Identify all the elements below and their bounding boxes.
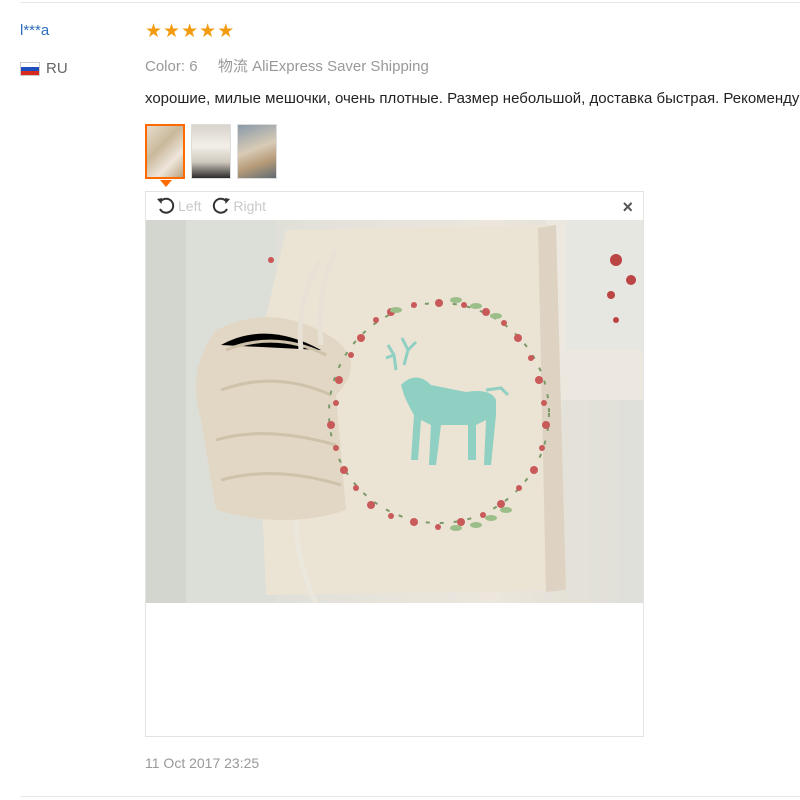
star-icon: ★ — [217, 21, 235, 42]
top-divider — [20, 2, 800, 3]
rotate-left-label: Left — [178, 198, 202, 214]
review-photo — [146, 220, 643, 603]
review-photo-image — [146, 220, 643, 603]
country-code: RU — [46, 60, 68, 77]
review-date: 11 Oct 2017 23:25 — [145, 755, 260, 771]
russia-flag-icon — [20, 61, 40, 76]
shipping-label: 物流 — [217, 58, 248, 75]
bottom-divider — [20, 796, 800, 797]
active-thumbnail-caret — [160, 180, 172, 187]
reviewer-country: RU — [20, 60, 68, 77]
order-info: Color: 6 物流 AliExpress Saver Shipping — [145, 55, 429, 76]
color-value: 6 — [189, 58, 198, 75]
rotate-left-icon — [157, 197, 175, 214]
review-text: хорошие, милые мешочки, очень плотные. Р… — [145, 90, 800, 107]
thumbnail-3[interactable] — [237, 124, 277, 179]
shipping-value: AliExpress Saver Shipping — [252, 58, 429, 75]
photo-thumbnails — [145, 124, 277, 179]
rotate-left-button[interactable]: Left — [156, 196, 201, 216]
rotate-right-label: Right — [233, 198, 267, 214]
thumbnail-1[interactable] — [145, 124, 185, 179]
color-label: Color: — [145, 58, 186, 75]
rotate-right-button[interactable]: Right — [211, 196, 266, 216]
rotate-right-icon — [213, 197, 231, 214]
viewer-toolbar: Left Right — [156, 193, 266, 219]
star-icon: ★ — [181, 21, 199, 42]
reviewer-name[interactable]: l***a — [20, 22, 49, 39]
star-icon: ★ — [145, 21, 163, 42]
thumbnail-2[interactable] — [191, 124, 231, 179]
star-icon: ★ — [199, 21, 217, 42]
star-rating: ★ ★ ★ ★ ★ — [145, 22, 234, 42]
close-viewer-button[interactable]: × — [622, 198, 633, 216]
photo-viewer: Left Right × — [145, 191, 644, 737]
star-icon: ★ — [163, 21, 181, 42]
